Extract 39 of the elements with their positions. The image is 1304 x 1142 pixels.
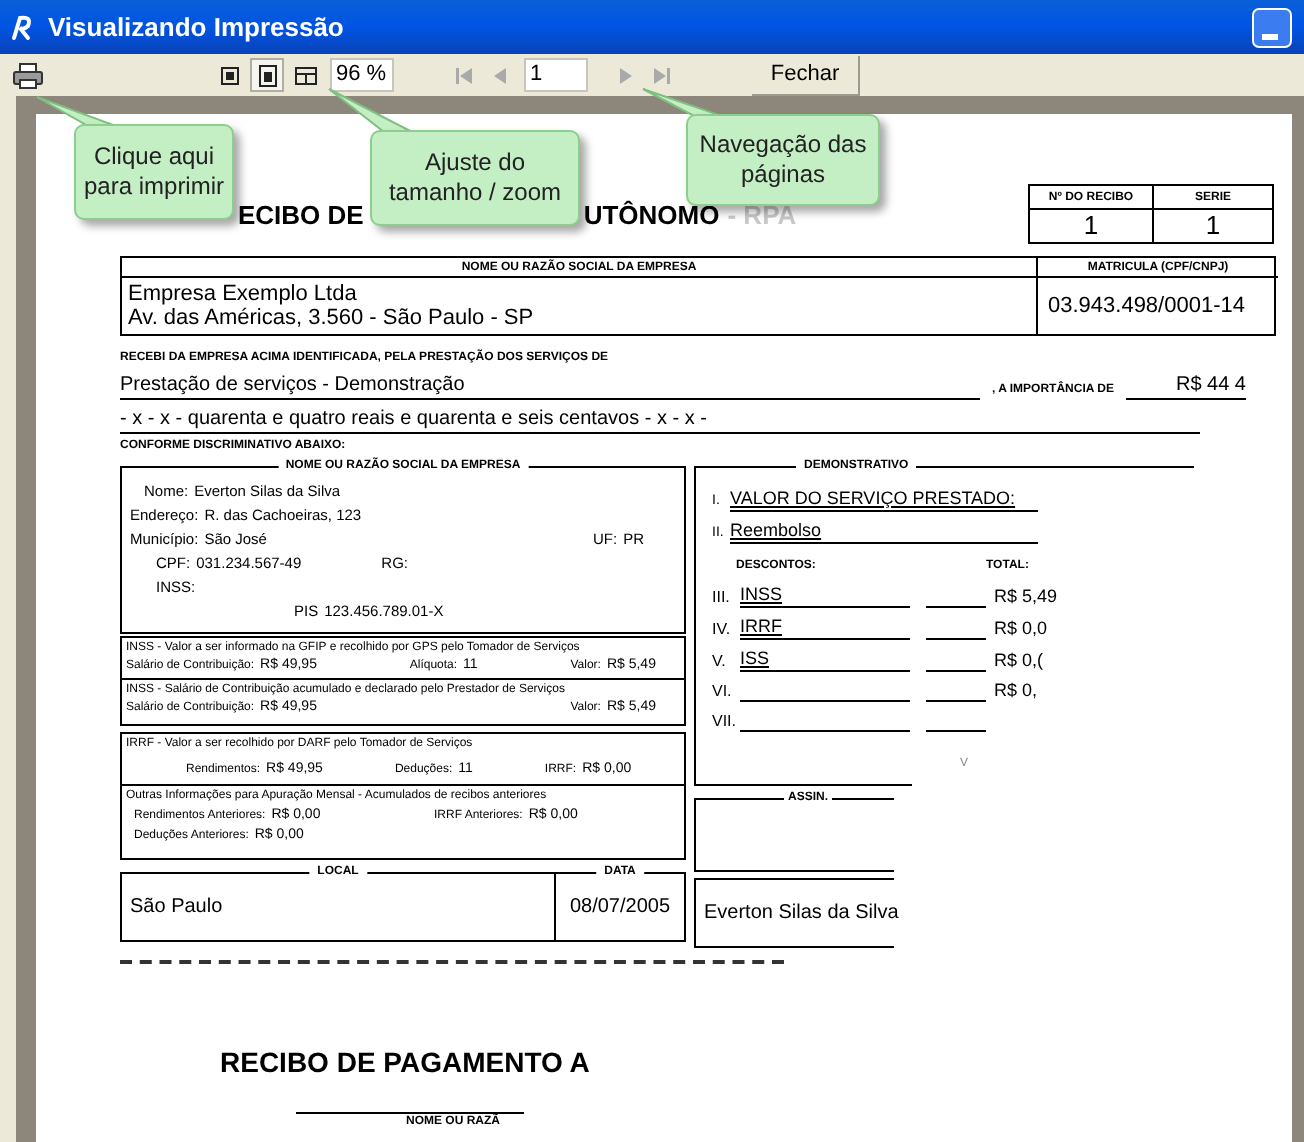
date-value: 08/07/2005 (569, 894, 671, 922)
amount-value: R$ 44 4 (1126, 372, 1246, 400)
service-description: Prestação de serviços - Demonstração (120, 372, 980, 400)
page-field[interactable]: 1 (524, 58, 588, 92)
statement-item: VALOR DO SERVIÇO PRESTADO: (730, 488, 1038, 512)
callout-tooltip: Clique aqui para imprimir (74, 124, 234, 220)
statement-item: INSS (740, 584, 910, 608)
statement-item: ISS (740, 648, 910, 672)
callout-pointer (328, 88, 412, 132)
table-cell: 1 (1030, 210, 1154, 242)
table-cell-text: 1 (1203, 210, 1223, 242)
statement-value: R$ 0,( (994, 650, 1044, 672)
company-address: Av. das Américas, 3.560 - São Paulo - SP (128, 306, 536, 330)
callout-tooltip: Ajuste do tamanho / zoom (370, 130, 580, 226)
amount-in-words: - x - x - quarenta e quatro reais e quarenta e seis centavos - x - x - (120, 406, 1200, 434)
statement-value: R$ 0, (994, 680, 1038, 702)
minimize-button[interactable] (1252, 7, 1292, 47)
local-value: São Paulo (130, 894, 223, 922)
line-number: III. (712, 586, 732, 608)
statement-value: R$ 0,0 (994, 618, 1048, 640)
statement-value: R$ 5,49 (994, 586, 1058, 608)
app-logo-icon (8, 13, 36, 41)
zoom-field[interactable]: 96 % (330, 58, 394, 92)
document-title: RECIBO DE PAGAMENTO A (220, 1044, 592, 1082)
line-number: IV. (712, 618, 733, 640)
line-number: VII. (712, 710, 739, 732)
zoom-mode-icon[interactable] (250, 58, 284, 92)
document-title: ECIBO DE (238, 198, 364, 234)
close-button[interactable]: Fechar (752, 55, 860, 95)
window-title: Visualizando Impressão (48, 9, 344, 46)
company-name: Empresa Exemplo Ltda (128, 282, 359, 306)
printer-icon[interactable] (12, 61, 44, 89)
line-number: VI. (712, 680, 734, 702)
callout-tooltip: Navegação das páginas (686, 114, 880, 206)
line-number: V. (712, 650, 728, 672)
signer-name: Everton Silas da Silva (704, 900, 899, 928)
statement-item: IRRF (740, 616, 910, 640)
company-id: 03.943.498/0001-14 (1046, 292, 1247, 322)
statement-item: Reembolso (730, 520, 1038, 544)
